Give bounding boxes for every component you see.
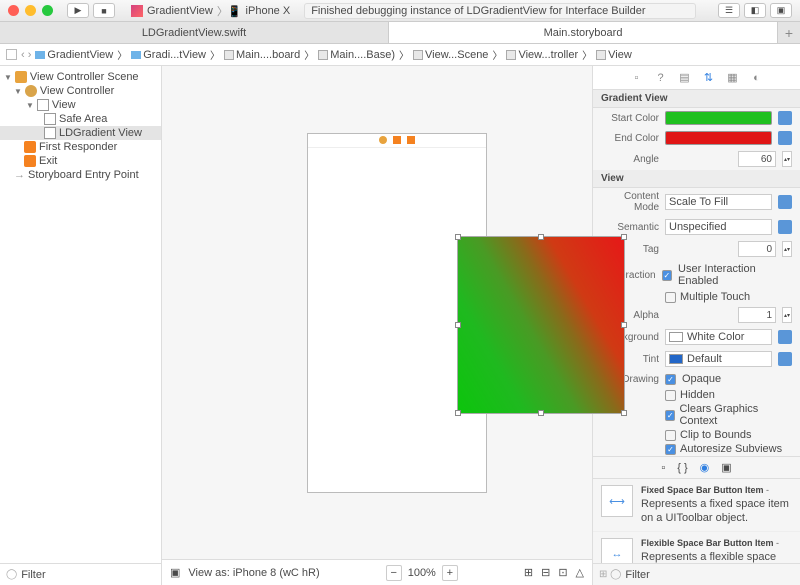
attributes-inspector-icon[interactable]: ⇅ xyxy=(702,71,716,85)
size-inspector-icon[interactable]: ▦ xyxy=(726,71,740,85)
device-name: iPhone X xyxy=(246,5,291,17)
scene-dock[interactable] xyxy=(308,134,486,148)
resize-handle[interactable] xyxy=(455,234,461,240)
gradient-view-selected[interactable] xyxy=(457,236,625,414)
project-icon xyxy=(131,5,143,17)
resize-handle[interactable] xyxy=(538,234,544,240)
resize-handle[interactable] xyxy=(455,322,461,328)
content-mode-select[interactable]: Scale To Fill xyxy=(665,194,772,210)
autoresize-checkbox[interactable]: ✓ xyxy=(665,444,676,455)
canvas-toolbar: ▣ View as: iPhone 8 (wC hR) − 100% + ⊞ ⊟… xyxy=(162,559,592,585)
resolve-icon[interactable]: △ xyxy=(576,566,584,579)
hidden-checkbox[interactable] xyxy=(665,390,676,401)
tree-firstresponder[interactable]: First Responder xyxy=(0,140,161,154)
lib-flexible-space[interactable]: ↔Flexible Space Bar Button Item - Repres… xyxy=(593,532,800,563)
alpha-field[interactable] xyxy=(738,307,776,323)
canvas[interactable]: → ▣ View as: iPhon xyxy=(162,66,592,585)
titlebar: ▶ ■ GradientView 〉📱 iPhone X Finished de… xyxy=(0,0,800,22)
tree-safearea[interactable]: Safe Area xyxy=(0,112,161,126)
semantic-select[interactable]: Unspecified xyxy=(665,219,772,235)
tree-entrypoint[interactable]: → Storyboard Entry Point xyxy=(0,168,161,182)
opaque-checkbox[interactable]: ✓ xyxy=(665,374,676,385)
close-icon[interactable] xyxy=(8,5,19,16)
tree-view[interactable]: ▼View xyxy=(0,98,161,112)
editor-mode-button[interactable]: ☰ xyxy=(718,3,740,18)
tag-field[interactable] xyxy=(738,241,776,257)
window-controls xyxy=(8,5,53,16)
dropdown-icon[interactable] xyxy=(778,220,792,234)
file-inspector-icon[interactable]: ▫ xyxy=(630,71,644,85)
angle-field[interactable] xyxy=(738,151,776,167)
zoom-icon[interactable] xyxy=(42,5,53,16)
tree-ldgradient[interactable]: LDGradient View xyxy=(0,126,161,140)
start-color-well[interactable] xyxy=(665,111,772,125)
clears-graphics-checkbox[interactable]: ✓ xyxy=(665,410,675,421)
viewcontroller-icon[interactable] xyxy=(379,136,387,144)
dropdown-icon[interactable] xyxy=(778,195,792,209)
multiple-touch-checkbox[interactable] xyxy=(665,292,676,303)
minimize-icon[interactable] xyxy=(25,5,36,16)
angle-stepper[interactable]: ▴▾ xyxy=(782,151,792,167)
tag-stepper[interactable]: ▴▾ xyxy=(782,241,792,257)
align-icon[interactable]: ⊟ xyxy=(541,566,550,579)
jump-bar[interactable]: ‹ › GradientView〉 Gradi...tView〉 Main...… xyxy=(0,44,800,66)
connections-inspector-icon[interactable]: ◐ xyxy=(750,71,764,85)
resize-handle[interactable] xyxy=(538,410,544,416)
tab-swift[interactable]: LDGradientView.swift xyxy=(0,22,389,43)
new-tab-button[interactable]: + xyxy=(778,22,800,43)
assistant-button[interactable]: ◧ xyxy=(744,3,766,18)
firstresponder-icon[interactable] xyxy=(393,136,401,144)
identity-inspector-icon[interactable]: ▤ xyxy=(678,71,692,85)
tint-select[interactable]: Default xyxy=(665,351,772,367)
view-section: View xyxy=(593,170,800,188)
tree-exit[interactable]: Exit xyxy=(0,154,161,168)
tree-viewcontroller[interactable]: ▼View Controller xyxy=(0,84,161,98)
tree-scene[interactable]: ▼View Controller Scene xyxy=(0,70,161,84)
user-interaction-checkbox[interactable]: ✓ xyxy=(662,270,672,281)
tab-storyboard[interactable]: Main.storyboard xyxy=(389,22,778,43)
alpha-stepper[interactable]: ▴▾ xyxy=(782,307,792,323)
related-items-icon[interactable] xyxy=(6,49,17,60)
resize-handle[interactable] xyxy=(455,410,461,416)
file-template-icon[interactable]: ▫ xyxy=(661,462,665,474)
library-filter[interactable]: ⊞ ◯ Filter xyxy=(593,563,800,585)
scheme-name: GradientView xyxy=(147,5,213,17)
zoom-in-button[interactable]: + xyxy=(442,565,458,581)
view-as-label[interactable]: View as: iPhone 8 (wC hR) xyxy=(188,567,319,579)
lib-fixed-space[interactable]: ⟷Fixed Space Bar Button Item - Represent… xyxy=(593,479,800,532)
outline-filter[interactable]: ◯ Filter xyxy=(0,563,161,585)
dropdown-icon[interactable] xyxy=(778,131,792,145)
dropdown-icon[interactable] xyxy=(778,330,792,344)
scheme-selector[interactable]: GradientView 〉📱 iPhone X xyxy=(131,3,290,19)
dropdown-icon[interactable] xyxy=(778,111,792,125)
panels-button[interactable]: ▣ xyxy=(770,3,792,18)
end-color-well[interactable] xyxy=(665,131,772,145)
resize-handle[interactable] xyxy=(621,234,627,240)
exit-icon[interactable] xyxy=(407,136,415,144)
media-library-icon[interactable]: ▣ xyxy=(721,461,731,474)
dropdown-icon[interactable] xyxy=(778,352,792,366)
tab-bar: LDGradientView.swift Main.storyboard + xyxy=(0,22,800,44)
help-inspector-icon[interactable]: ? xyxy=(654,71,668,85)
inspector-tabs: ▫ ? ▤ ⇅ ▦ ◐ xyxy=(593,66,800,90)
code-snippet-icon[interactable]: { } xyxy=(677,462,687,474)
zoom-out-button[interactable]: − xyxy=(386,565,402,581)
object-library: ▫ { } ◉ ▣ ⟷Fixed Space Bar Button Item -… xyxy=(593,456,800,585)
activity-status: Finished debugging instance of LDGradien… xyxy=(304,3,696,19)
resize-handle[interactable] xyxy=(621,322,627,328)
zoom-level: 100% xyxy=(408,567,436,579)
clip-bounds-checkbox[interactable] xyxy=(665,430,676,441)
run-button[interactable]: ▶ xyxy=(67,3,89,18)
background-select[interactable]: White Color xyxy=(665,329,772,345)
constraints-icon[interactable]: ⊞ xyxy=(524,566,533,579)
gradient-view-section: Gradient View xyxy=(593,90,800,108)
object-library-icon[interactable]: ◉ xyxy=(700,461,710,474)
document-outline: ▼View Controller Scene ▼View Controller … xyxy=(0,66,162,585)
stop-button[interactable]: ■ xyxy=(93,3,115,18)
resize-handle[interactable] xyxy=(621,410,627,416)
pin-icon[interactable]: ⊡ xyxy=(558,566,567,579)
